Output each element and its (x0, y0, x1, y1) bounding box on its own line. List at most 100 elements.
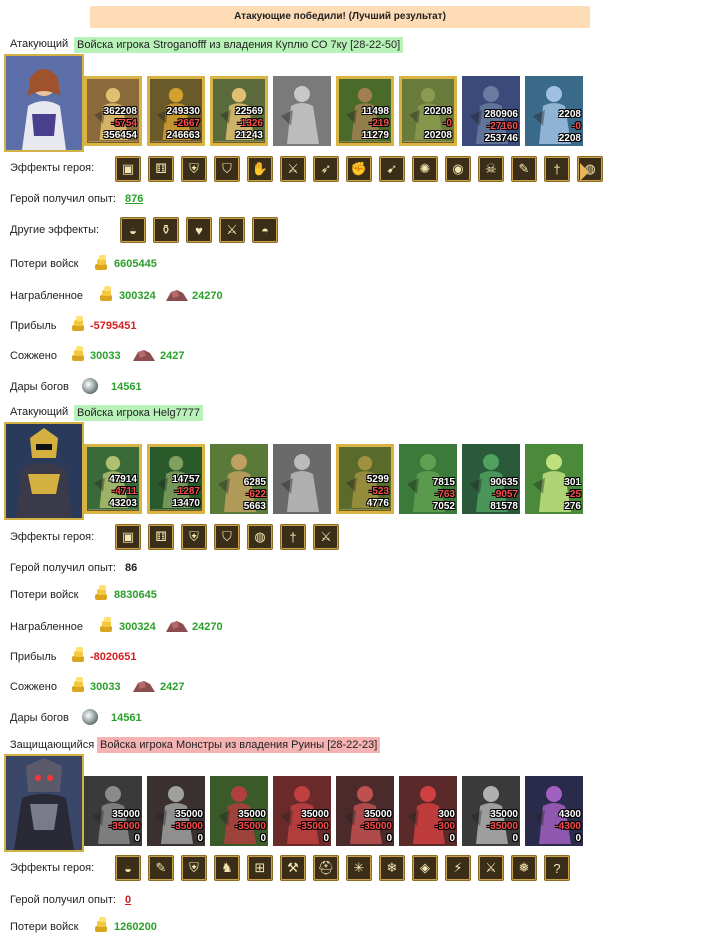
unit-counts: 35000 -35000 0 (235, 809, 266, 845)
unit-card[interactable]: 35000 -35000 0 (147, 776, 205, 846)
gold-icon (95, 917, 107, 932)
potion-icon[interactable]: ⚱ (153, 217, 179, 243)
dagger-icon[interactable]: † (280, 524, 306, 550)
unit-card[interactable] (273, 444, 331, 514)
gate-icon[interactable]: ⊞ (247, 855, 273, 881)
unit-card[interactable]: 22569 -1326 21243 (210, 76, 268, 146)
scroll-right-icon[interactable] (580, 163, 589, 181)
unit-card[interactable]: 4300 -4300 0 (525, 776, 583, 846)
army-title-link[interactable]: Войска игрока Монстры из владения Руины … (97, 737, 381, 753)
unit-card[interactable]: 20208 -0 20208 (399, 76, 457, 146)
bag-icon[interactable]: ◒ (120, 217, 146, 243)
unit-card[interactable]: 362208 -5754 356454 (84, 76, 142, 146)
unit-count-lost: -300 (434, 821, 455, 832)
ice-shield-icon[interactable]: ◈ (412, 855, 438, 881)
unit-card[interactable] (273, 76, 331, 146)
unit-card[interactable]: 35000 -35000 0 (84, 776, 142, 846)
ice-armor-icon[interactable]: ❄ (379, 855, 405, 881)
treasure-chest-icon[interactable]: ▣ (115, 156, 141, 182)
scroll-icon[interactable]: ✎ (511, 156, 537, 182)
unit-counts: 47914 -4711 43203 (109, 474, 137, 510)
unit-card[interactable]: 11498 -219 11279 (336, 76, 394, 146)
exp-label: Герой получил опыт: (10, 894, 116, 906)
burned-gold-value: 30033 (90, 681, 121, 693)
unit-card[interactable]: 35000 -35000 0 (273, 776, 331, 846)
unit-count-after: 81578 (490, 501, 518, 512)
unit-count-lost: -0 (572, 121, 581, 132)
question-icon[interactable]: ? (544, 855, 570, 881)
shield-green-icon[interactable]: ⛉ (214, 156, 240, 182)
unit-card[interactable]: 6285 -622 5663 (210, 444, 268, 514)
bow-icon[interactable]: ➹ (379, 156, 405, 182)
unit-card[interactable]: 35000 -35000 0 (336, 776, 394, 846)
unit-count-lost: -9057 (492, 489, 518, 500)
unit-card[interactable]: 90635 -9057 81578 (462, 444, 520, 514)
sword-red-icon[interactable]: ⚔ (219, 217, 245, 243)
unit-count-before: 249330 (166, 106, 200, 117)
ice-sword-icon[interactable]: ⚔ (478, 855, 504, 881)
scroll-icon[interactable]: ✎ (148, 855, 174, 881)
losses-value: 6605445 (114, 258, 157, 270)
dice-icon[interactable]: ⚅ (148, 524, 174, 550)
hero-portrait[interactable] (4, 754, 84, 852)
unit-card[interactable]: 5299 -523 4776 (336, 444, 394, 514)
exp-value[interactable]: 876 (125, 193, 143, 205)
loot-ore-value: 24270 (192, 290, 223, 302)
helmet-icon[interactable]: ⛑ (313, 855, 339, 881)
shield-icon[interactable]: ⛨ (181, 855, 207, 881)
unit-card[interactable]: 300 -300 0 (399, 776, 457, 846)
shield-icon[interactable]: ⛨ (181, 156, 207, 182)
unit-count-after: 11279 (361, 130, 389, 141)
bag-icon[interactable]: ◒ (115, 855, 141, 881)
unit-card[interactable]: 249330 -2667 246663 (147, 76, 205, 146)
hero-portrait[interactable] (4, 422, 84, 520)
unit-count-after: 356454 (103, 130, 137, 141)
shield-green-icon[interactable]: ⛉ (214, 524, 240, 550)
snowflake-icon[interactable]: ❅ (511, 855, 537, 881)
unit-count-before: 6285 (243, 477, 266, 488)
unit-count-after: 0 (134, 833, 140, 844)
unit-card[interactable]: 2208 -0 2208 (525, 76, 583, 146)
web-icon[interactable]: ✺ (412, 156, 438, 182)
unit-card[interactable]: 35000 -35000 0 (210, 776, 268, 846)
unit-counts: 22569 -1326 21243 (235, 106, 263, 142)
sword-cross-icon[interactable]: † (544, 156, 570, 182)
other-effects-list: ◒ ⚱ ♥ ⚔ ◓ (120, 217, 278, 243)
gold-icon (100, 286, 112, 301)
skull-icon[interactable]: ☠ (478, 156, 504, 182)
sword-icon[interactable]: ⚔ (280, 156, 306, 182)
gold-icon (100, 617, 112, 632)
round-shield-icon[interactable]: ◍ (247, 524, 273, 550)
unit-card[interactable]: 14757 -1287 13470 (147, 444, 205, 514)
horn-icon[interactable]: ➶ (313, 156, 339, 182)
losses-value: 1260200 (114, 921, 157, 933)
treasure-chest-icon[interactable]: ▣ (115, 524, 141, 550)
exp-value[interactable]: 0 (125, 894, 131, 906)
losses-label: Потери войск (10, 921, 79, 933)
army-title-link[interactable]: Войска игрока Stroganofff из владения Ку… (74, 37, 404, 53)
sword-red-icon[interactable]: ⚔ (313, 524, 339, 550)
ice-burst-icon[interactable]: ✳ (346, 855, 372, 881)
eye-icon[interactable]: ◉ (445, 156, 471, 182)
unit-counts: 6285 -622 5663 (244, 477, 266, 513)
unit-card[interactable]: 35000 -35000 0 (462, 776, 520, 846)
knight-icon[interactable]: ♞ (214, 855, 240, 881)
fist-icon[interactable]: ✊ (346, 156, 372, 182)
ice-bolt-icon[interactable]: ⚡ (445, 855, 471, 881)
hand-icon[interactable]: ✋ (247, 156, 273, 182)
heart-icon[interactable]: ♥ (186, 217, 212, 243)
unit-card[interactable]: 280906 -27160 253746 (462, 76, 520, 146)
gold-icon (72, 346, 84, 361)
shield-icon[interactable]: ⛨ (181, 524, 207, 550)
pickaxe-icon[interactable]: ⚒ (280, 855, 306, 881)
unit-card[interactable]: 301 -25 276 (525, 444, 583, 514)
gold-bag-icon[interactable]: ◓ (252, 217, 278, 243)
unit-count-before: 300 (438, 809, 455, 820)
losses-value: 8830645 (114, 589, 157, 601)
dice-icon[interactable]: ⚅ (148, 156, 174, 182)
army-title-link[interactable]: Войска игрока Helg7777 (74, 405, 204, 421)
unit-card[interactable]: 7815 -763 7052 (399, 444, 457, 514)
burned-label: Сожжено (10, 681, 57, 693)
unit-card[interactable]: 47914 -4711 43203 (84, 444, 142, 514)
hero-portrait[interactable] (4, 54, 84, 152)
